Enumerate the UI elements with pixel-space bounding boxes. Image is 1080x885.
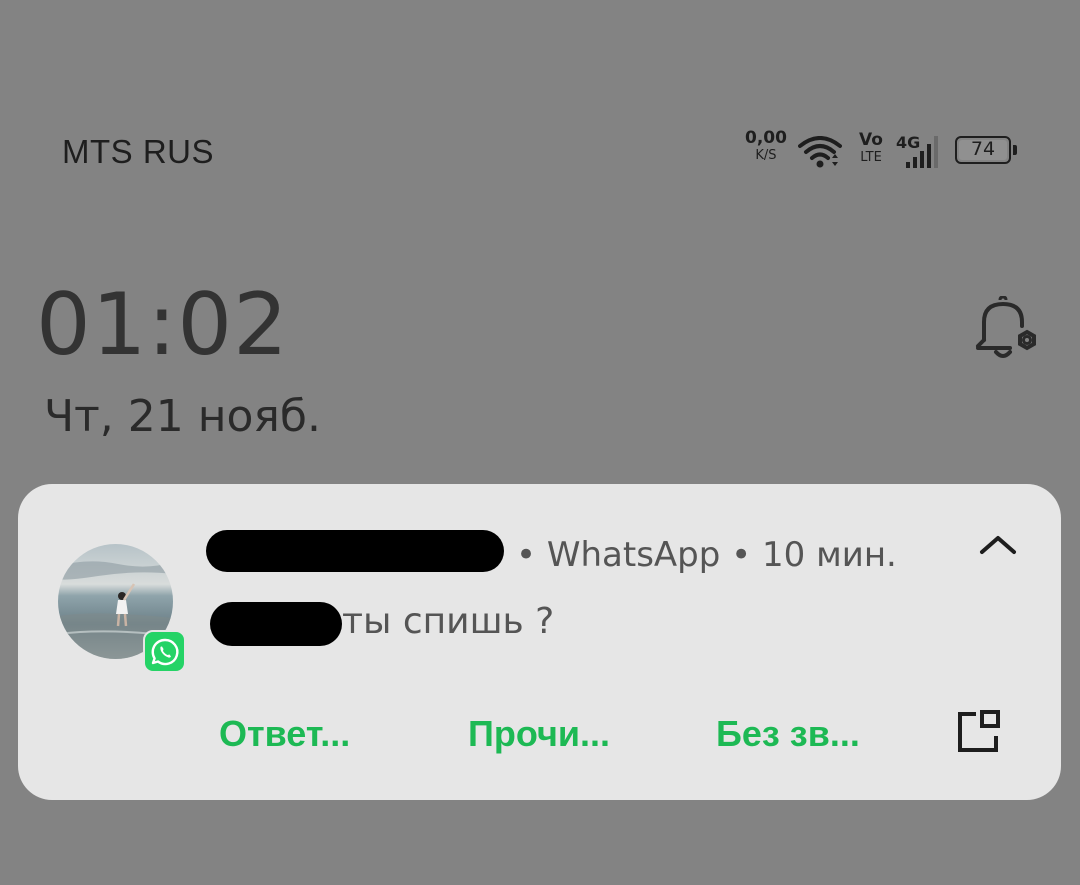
message-text: ты спишь ? [342, 601, 555, 642]
sender-name-redacted [206, 530, 504, 572]
mark-read-button[interactable]: Прочи... [468, 712, 610, 756]
message-redacted-part [210, 602, 342, 646]
network-speed: 0,00 K/S [744, 128, 788, 163]
lock-screen-date: Чт, 21 нояб. [44, 391, 322, 442]
battery-fill: 74 [959, 140, 1007, 160]
volte-icon: Vo LTE [854, 130, 888, 165]
volte-bottom-label: LTE [860, 150, 882, 165]
whatsapp-icon [151, 638, 178, 665]
battery-tip [1013, 145, 1017, 155]
battery-icon: 74 [955, 136, 1011, 164]
battery-level: 74 [970, 138, 996, 160]
mute-button[interactable]: Без зв... [716, 712, 860, 756]
signal-icon: 4G [896, 133, 938, 168]
network-speed-unit: K/S [755, 148, 777, 163]
notification-meta: • WhatsApp • 10 мин. [516, 535, 897, 575]
bell-settings-icon[interactable] [970, 296, 1042, 362]
volte-top-label: Vo [859, 130, 883, 150]
wifi-icon [798, 136, 842, 168]
reply-button[interactable]: Ответ... [219, 712, 350, 756]
network-speed-value: 0,00 [745, 128, 787, 148]
network-type-label: 4G [896, 133, 920, 152]
status-icons: 0,00 K/S Vo LTE 4G 74 [740, 128, 1040, 174]
chevron-up-icon[interactable] [978, 530, 1018, 560]
carrier-name: MTS RUS [62, 133, 214, 170]
whatsapp-notification[interactable]: • WhatsApp • 10 мин. ты спишь ? Ответ...… [18, 484, 1061, 800]
lock-screen-time: 01:02 [36, 275, 289, 375]
whatsapp-badge [143, 630, 186, 673]
open-bubble-icon[interactable] [954, 708, 1004, 756]
